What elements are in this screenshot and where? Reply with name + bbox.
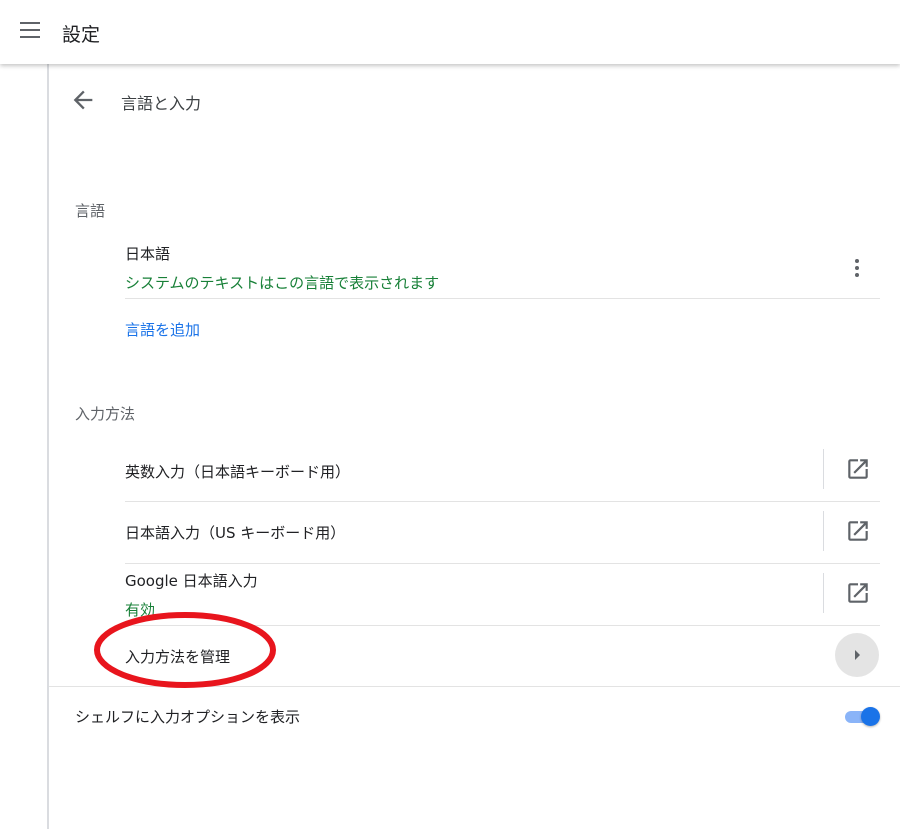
- input-method-label: 日本語入力（US キーボード用）: [125, 524, 346, 542]
- input-method-label: Google 日本語入力: [125, 572, 258, 590]
- vertical-separator: [823, 511, 824, 551]
- language-menu-button[interactable]: [843, 254, 871, 282]
- language-description: システムのテキストはこの言語で表示されます: [125, 274, 440, 292]
- red-circle-annotation: [94, 612, 276, 688]
- add-language-link[interactable]: 言語を追加: [125, 319, 200, 340]
- language-name: 日本語: [125, 245, 171, 263]
- open-settings-button[interactable]: [845, 580, 871, 606]
- hamburger-menu-icon[interactable]: [20, 22, 40, 38]
- shelf-option-label: シェルフに入力オプションを表示: [75, 708, 301, 726]
- manage-input-methods-button[interactable]: [835, 633, 879, 677]
- top-app-bar: 設定: [0, 0, 900, 64]
- back-button[interactable]: [69, 86, 97, 114]
- divider: [125, 298, 880, 299]
- page-title: 設定: [62, 24, 101, 46]
- open-in-new-icon: [848, 459, 868, 479]
- settings-card: 言語と入力 言語 日本語 システムのテキストはこの言語で表示されます 言語を追加…: [49, 64, 900, 829]
- subpage-title: 言語と入力: [121, 94, 202, 113]
- arrow-back-icon: [73, 90, 93, 110]
- toggle-knob: [861, 707, 880, 726]
- vertical-separator: [823, 449, 824, 489]
- arrow-right-icon: [855, 650, 860, 660]
- input-method-row[interactable]: 日本語入力（US キーボード用）: [125, 502, 880, 564]
- open-in-new-icon: [848, 521, 868, 541]
- open-settings-button[interactable]: [845, 518, 871, 544]
- input-method-row[interactable]: 英数入力（日本語キーボード用）: [125, 440, 880, 502]
- input-methods-section-label: 入力方法: [75, 405, 136, 423]
- vertical-separator: [823, 573, 824, 613]
- languages-section-label: 言語: [75, 202, 106, 220]
- open-in-new-icon: [848, 583, 868, 603]
- input-method-label: 英数入力（日本語キーボード用）: [125, 463, 351, 481]
- open-settings-button[interactable]: [845, 456, 871, 482]
- shelf-option-toggle[interactable]: [843, 706, 881, 726]
